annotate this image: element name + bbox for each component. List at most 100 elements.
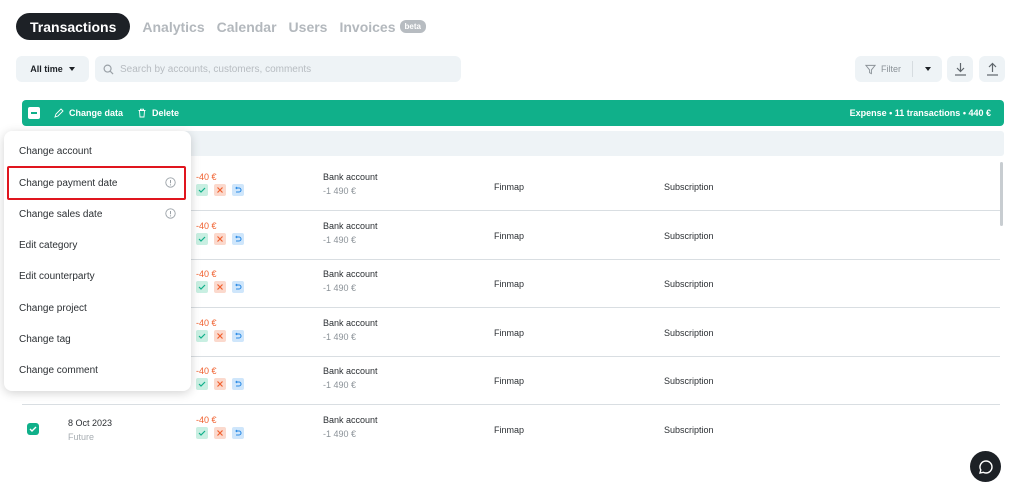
reject-button[interactable] <box>214 427 226 439</box>
undo-button[interactable] <box>232 427 244 439</box>
chevron-down-icon <box>68 67 75 71</box>
chevron-down-icon <box>924 67 931 71</box>
category: Subscription <box>664 279 714 289</box>
menu-item-label: Edit category <box>19 239 78 251</box>
account-balance: -1 490 € <box>323 332 357 342</box>
import-button[interactable] <box>947 56 973 82</box>
menu-item-edit-counterparty[interactable]: Edit counterparty <box>4 263 191 289</box>
menu-item-edit-category[interactable]: Edit category <box>4 232 191 258</box>
confirm-button[interactable] <box>196 233 208 245</box>
tab-invoices-label: Invoices <box>339 18 396 35</box>
undo-button[interactable] <box>232 281 244 293</box>
download-icon <box>954 63 966 76</box>
reject-button[interactable] <box>214 330 226 342</box>
close-icon <box>217 381 223 387</box>
account-balance: -1 490 € <box>323 186 357 196</box>
undo-icon <box>235 283 242 290</box>
tab-transactions[interactable]: Transactions <box>16 13 131 40</box>
counterparty: Finmap <box>494 328 525 338</box>
undo-icon <box>235 186 242 193</box>
menu-item-change-comment[interactable]: Change comment <box>4 357 191 383</box>
menu-item-label: Change tag <box>19 333 71 345</box>
category: Subscription <box>664 231 714 241</box>
transaction-status: Future <box>68 432 95 442</box>
reject-button[interactable] <box>214 184 226 196</box>
period-label: All time <box>30 64 63 74</box>
selection-bar: Change data Delete Expense • 11 transact… <box>22 100 1004 126</box>
menu-item-change-account[interactable]: Change account <box>4 138 191 164</box>
filter-label: Filter <box>881 64 901 74</box>
search-box[interactable] <box>95 56 461 82</box>
account-balance: -1 490 € <box>323 380 357 390</box>
account-name: Bank account <box>323 415 378 425</box>
menu-item-change-tag[interactable]: Change tag <box>4 326 191 352</box>
close-icon <box>217 187 223 193</box>
deselect-all-checkbox[interactable] <box>28 107 40 119</box>
amount: -40 € <box>196 366 217 376</box>
filter-button[interactable]: Filter <box>855 56 942 82</box>
undo-icon <box>235 429 242 436</box>
info-icon[interactable] <box>165 208 176 219</box>
confirm-button[interactable] <box>196 281 208 293</box>
chat-button[interactable] <box>970 451 1001 482</box>
category: Subscription <box>664 425 714 435</box>
transaction-date: 8 Oct 2023 <box>68 418 113 428</box>
undo-icon <box>235 380 242 387</box>
menu-item-label: Change comment <box>19 364 98 376</box>
check-icon <box>198 187 206 193</box>
menu-item-change-project[interactable]: Change project <box>4 295 191 321</box>
close-icon <box>217 430 223 436</box>
row-checkbox[interactable] <box>27 423 39 435</box>
search-input[interactable] <box>120 63 440 75</box>
counterparty: Finmap <box>494 231 525 241</box>
undo-button[interactable] <box>232 330 244 342</box>
reject-button[interactable] <box>214 233 226 245</box>
confirm-button[interactable] <box>196 330 208 342</box>
amount: -40 € <box>196 415 217 425</box>
trash-icon <box>138 108 146 118</box>
confirm-button[interactable] <box>196 184 208 196</box>
reject-button[interactable] <box>214 378 226 390</box>
menu-item-change-sales-date[interactable]: Change sales date <box>4 201 191 227</box>
tab-users[interactable]: Users <box>289 19 328 35</box>
table-row[interactable]: 8 Oct 2023 Future -40 € Bank account -1 … <box>22 406 1000 454</box>
upload-icon <box>986 62 998 76</box>
reject-button[interactable] <box>214 281 226 293</box>
check-icon <box>198 333 206 339</box>
undo-button[interactable] <box>232 233 244 245</box>
close-icon <box>217 284 223 290</box>
account-name: Bank account <box>323 172 378 182</box>
account-balance: -1 490 € <box>323 429 357 439</box>
period-select[interactable]: All time <box>16 56 89 82</box>
confirm-button[interactable] <box>196 378 208 390</box>
counterparty: Finmap <box>494 279 525 289</box>
account-name: Bank account <box>323 366 378 376</box>
table-scrollbar[interactable] <box>1000 162 1003 226</box>
confirm-button[interactable] <box>196 427 208 439</box>
menu-item-label: Edit counterparty <box>19 270 95 282</box>
menu-item-label: Change account <box>19 145 92 157</box>
tab-analytics[interactable]: Analytics <box>142 19 204 35</box>
counterparty: Finmap <box>494 182 525 192</box>
delete-button[interactable]: Delete <box>137 108 179 118</box>
filter-dropdown-toggle[interactable] <box>913 67 942 71</box>
undo-button[interactable] <box>232 378 244 390</box>
category: Subscription <box>664 376 714 386</box>
check-icon <box>198 284 206 290</box>
counterparty: Finmap <box>494 376 525 386</box>
export-button[interactable] <box>979 56 1005 82</box>
category: Subscription <box>664 328 714 338</box>
delete-label: Delete <box>152 108 180 118</box>
change-data-button[interactable]: Change data <box>54 108 123 118</box>
chat-icon <box>978 459 993 474</box>
amount: -40 € <box>196 318 217 328</box>
tab-invoices[interactable]: Invoices beta <box>339 18 426 35</box>
account-name: Bank account <box>323 318 378 328</box>
tab-calendar[interactable]: Calendar <box>217 19 277 35</box>
account-balance: -1 490 € <box>323 283 357 293</box>
account-balance: -1 490 € <box>323 235 357 245</box>
menu-item-label: Change sales date <box>19 208 103 220</box>
amount: -40 € <box>196 172 217 182</box>
main-nav: Transactions Analytics Calendar Users In… <box>16 13 426 40</box>
undo-button[interactable] <box>232 184 244 196</box>
